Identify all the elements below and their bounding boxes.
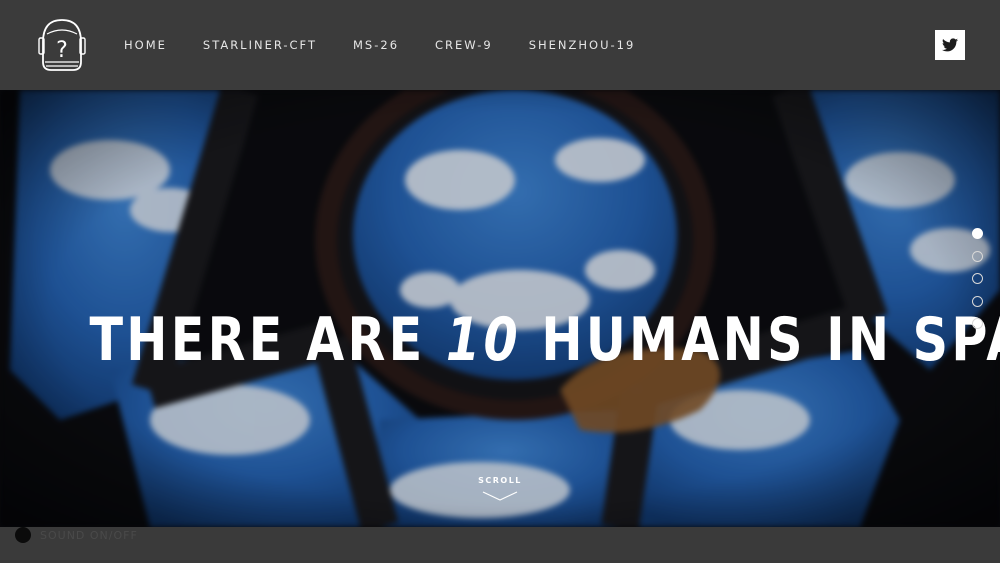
twitter-bird-icon <box>942 38 958 52</box>
headline-number: 10 <box>445 305 521 376</box>
nav-starliner-cft[interactable]: STARLINER-CFT <box>203 38 317 52</box>
nav-crew-9[interactable]: CREW-9 <box>435 38 493 52</box>
site-header: ? HOME STARLINER-CFT MS-26 CREW-9 SHENZH… <box>0 0 1000 90</box>
sound-label[interactable]: SOUND ON/OFF <box>40 529 138 542</box>
headline-prefix: THERE ARE <box>89 305 446 376</box>
hero-headline: THERE ARE 10 HUMANS IN SPACE <box>89 298 1000 382</box>
astronaut-helmet-logo-icon[interactable]: ? <box>31 14 93 76</box>
nav-home[interactable]: HOME <box>124 38 167 52</box>
nav-ms-26[interactable]: MS-26 <box>353 38 399 52</box>
twitter-button[interactable] <box>935 30 965 60</box>
scroll-label: SCROLL <box>478 476 522 485</box>
headline-suffix: HUMANS IN SPACE <box>541 305 1000 376</box>
section-dot-2[interactable] <box>972 250 983 262</box>
section-dot-3[interactable] <box>972 273 983 284</box>
nav-shenzhou-19[interactable]: SHENZHOU-19 <box>529 38 636 52</box>
logo-glyph: ? <box>56 38 68 63</box>
hero-section: THERE ARE 10 HUMANS IN SPACE SCROLL <box>0 90 1000 527</box>
bottom-bar: SOUND ON/OFF <box>0 527 1000 563</box>
section-dots-nav <box>972 228 983 341</box>
chevron-down-icon <box>482 491 518 501</box>
section-dot-1[interactable] <box>972 228 983 239</box>
section-dot-5[interactable] <box>972 318 983 329</box>
sound-toggle-button[interactable] <box>15 527 31 543</box>
scroll-indicator[interactable]: SCROLL <box>450 476 550 501</box>
main-nav: HOME STARLINER-CFT MS-26 CREW-9 SHENZHOU… <box>124 38 671 52</box>
section-dot-4[interactable] <box>972 295 983 307</box>
